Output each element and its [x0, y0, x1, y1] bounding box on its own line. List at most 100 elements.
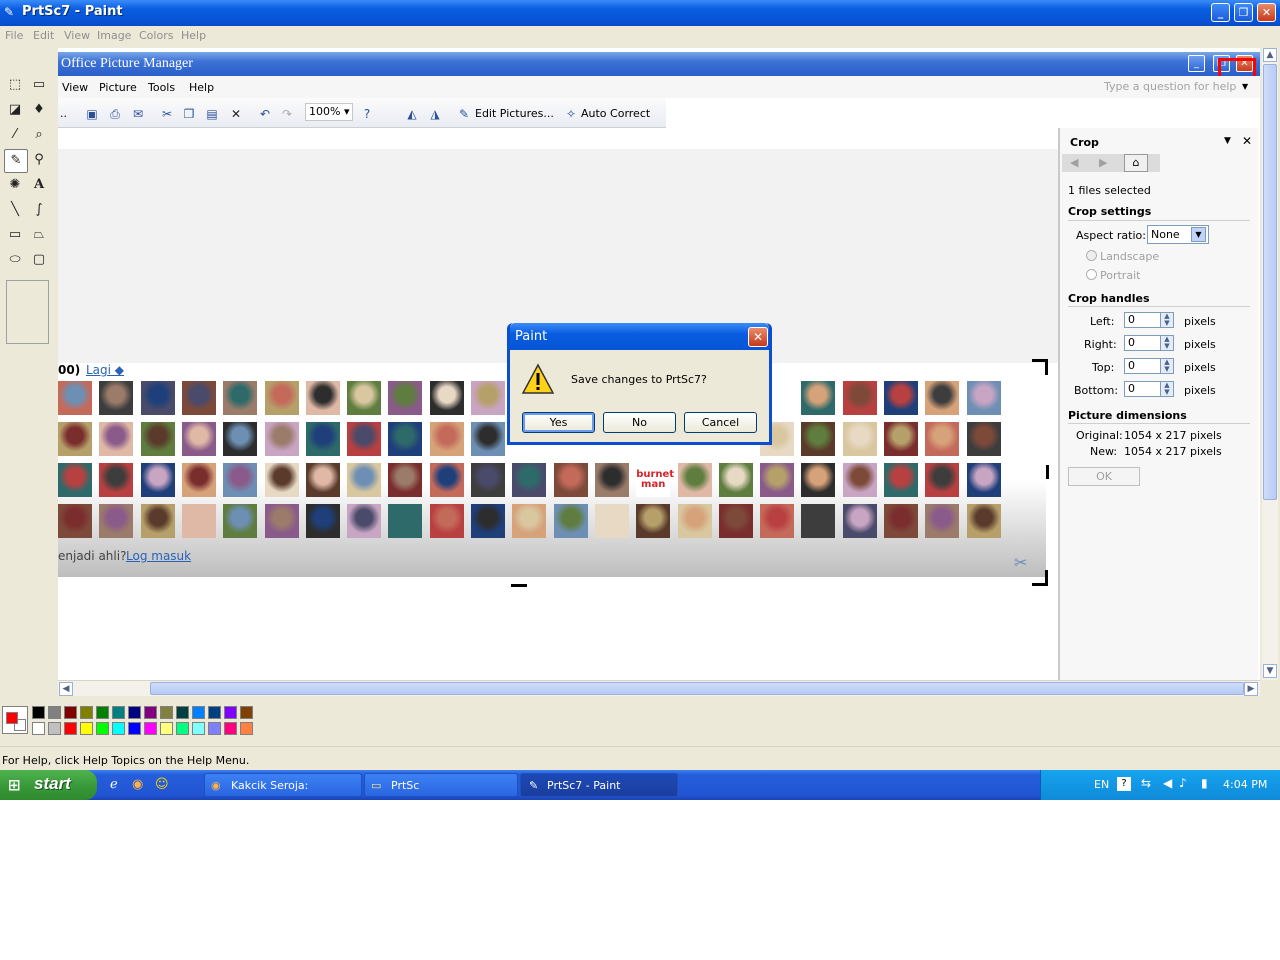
ok-button[interactable]: OK [1068, 467, 1140, 486]
member-avatar[interactable] [223, 463, 258, 497]
task-pane-menu-icon[interactable]: ▼ [1224, 136, 1231, 146]
member-avatar[interactable] [760, 504, 795, 538]
crop-handle-bottom[interactable] [511, 584, 527, 587]
palette-swatch[interactable] [64, 706, 77, 719]
member-avatar[interactable] [429, 504, 464, 538]
member-avatar[interactable] [718, 463, 753, 497]
opm-menu-view[interactable]: View [62, 81, 88, 94]
member-avatar[interactable] [181, 422, 216, 456]
palette-swatch[interactable] [32, 706, 45, 719]
member-avatar[interactable] [181, 381, 216, 415]
help-tray-icon[interactable]: ? [1117, 777, 1131, 791]
cut-icon[interactable]: ✂ [159, 106, 175, 122]
palette-swatch[interactable] [96, 706, 109, 719]
menu-image[interactable]: Image [97, 29, 131, 42]
member-avatar[interactable] [388, 504, 423, 538]
vertical-scroll-thumb[interactable] [1263, 64, 1277, 500]
firefox-icon[interactable]: ◉ [132, 777, 143, 792]
member-avatar[interactable] [140, 504, 175, 538]
auto-correct-button[interactable]: Auto Correct [581, 107, 650, 120]
palette-swatch[interactable] [96, 722, 109, 735]
member-avatar[interactable] [801, 504, 836, 538]
palette-swatch[interactable] [144, 706, 157, 719]
language-indicator[interactable]: EN [1094, 778, 1109, 791]
free-select-icon[interactable]: ⬚ [4, 74, 26, 96]
burnet-man-thumbnail[interactable]: burnet man [636, 463, 674, 497]
ellipse-icon[interactable]: ⬭ [4, 249, 26, 271]
dropdown-arrow-icon[interactable]: ▼ [1191, 227, 1206, 242]
cancel-button[interactable]: Cancel [684, 412, 757, 433]
opm-menu-tools[interactable]: Tools [148, 81, 175, 94]
palette-swatch[interactable] [80, 722, 93, 735]
member-avatar[interactable] [347, 381, 382, 415]
no-button[interactable]: No [603, 412, 676, 433]
palette-swatch[interactable] [48, 706, 61, 719]
palette-swatch[interactable] [240, 706, 253, 719]
member-avatar[interactable] [140, 422, 175, 456]
member-avatar[interactable] [388, 422, 423, 456]
task-paint[interactable]: ✎ PrtSc7 - Paint [520, 773, 678, 797]
redo-icon[interactable]: ↷ [279, 106, 295, 122]
color-picker-icon[interactable]: ⁄ [4, 124, 26, 146]
member-avatar[interactable] [842, 381, 877, 415]
yes-button[interactable]: Yes [522, 412, 595, 433]
volume-icon[interactable]: ♪ [1179, 776, 1187, 790]
palette-swatch[interactable] [240, 722, 253, 735]
paste-icon[interactable]: ▤ [204, 106, 220, 122]
back-icon[interactable]: ◀ [1070, 156, 1078, 169]
member-avatar[interactable] [99, 381, 134, 415]
eraser-icon[interactable]: ◪ [4, 99, 26, 121]
member-avatar[interactable] [553, 504, 588, 538]
palette-swatch[interactable] [128, 706, 141, 719]
magnifier-icon[interactable]: ⌕ [28, 124, 50, 146]
member-avatar[interactable] [512, 463, 547, 497]
member-avatar[interactable] [636, 504, 671, 538]
opm-minimize-icon[interactable]: _ [1188, 55, 1205, 72]
web-login-link[interactable]: Log masuk [126, 549, 191, 563]
member-avatar[interactable] [388, 463, 423, 497]
palette-swatch[interactable] [176, 706, 189, 719]
member-avatar[interactable] [58, 504, 92, 538]
email-icon[interactable]: ✉ [130, 106, 146, 122]
member-avatar[interactable] [347, 422, 382, 456]
messenger-icon[interactable]: ☺ [155, 777, 169, 792]
member-avatar[interactable] [264, 422, 299, 456]
member-avatar[interactable] [58, 381, 92, 415]
rotate-left-icon[interactable]: ◭ [404, 106, 420, 122]
member-avatar[interactable] [429, 422, 464, 456]
palette-swatch[interactable] [80, 706, 93, 719]
member-avatar[interactable] [99, 463, 134, 497]
member-avatar[interactable] [925, 381, 960, 415]
member-avatar[interactable] [58, 422, 92, 456]
help-dropdown-icon[interactable]: ▼ [1242, 82, 1248, 91]
fill-icon[interactable]: ♦ [28, 99, 50, 121]
current-colors[interactable] [2, 706, 28, 734]
palette-swatch[interactable] [192, 722, 205, 735]
rounded-rect-icon[interactable]: ▢ [28, 249, 50, 271]
polygon-icon[interactable]: ⏢ [28, 224, 50, 246]
member-avatar[interactable] [801, 381, 836, 415]
scroll-right-icon[interactable]: ▶ [1244, 682, 1258, 696]
member-avatar[interactable] [884, 504, 918, 538]
member-avatar[interactable] [305, 463, 340, 497]
paint-minimize-button[interactable]: _ [1211, 3, 1230, 22]
member-avatar[interactable] [223, 504, 258, 538]
forward-icon[interactable]: ▶ [1099, 156, 1107, 169]
member-avatar[interactable] [842, 463, 877, 497]
aspect-ratio-select[interactable]: None ▼ [1147, 225, 1209, 244]
member-avatar[interactable] [842, 422, 877, 456]
member-avatar[interactable] [760, 463, 795, 497]
member-avatar[interactable] [223, 381, 258, 415]
vertical-scrollbar[interactable]: ▲ ▼ [1262, 48, 1278, 680]
member-avatar[interactable] [347, 463, 382, 497]
undo-icon[interactable]: ↶ [257, 106, 273, 122]
rect-select-icon[interactable]: ▭ [28, 74, 50, 96]
palette-swatch[interactable] [128, 722, 141, 735]
palette-swatch[interactable] [224, 706, 237, 719]
opm-help-search[interactable]: Type a question for help [1104, 80, 1244, 96]
text-icon[interactable]: A [28, 174, 50, 196]
member-avatar[interactable] [842, 504, 877, 538]
task-kakcik-seroja[interactable]: ◉ Kakcik Seroja: Klasik..... [204, 773, 362, 816]
member-avatar[interactable] [966, 422, 1001, 456]
palette-swatch[interactable] [112, 722, 125, 735]
